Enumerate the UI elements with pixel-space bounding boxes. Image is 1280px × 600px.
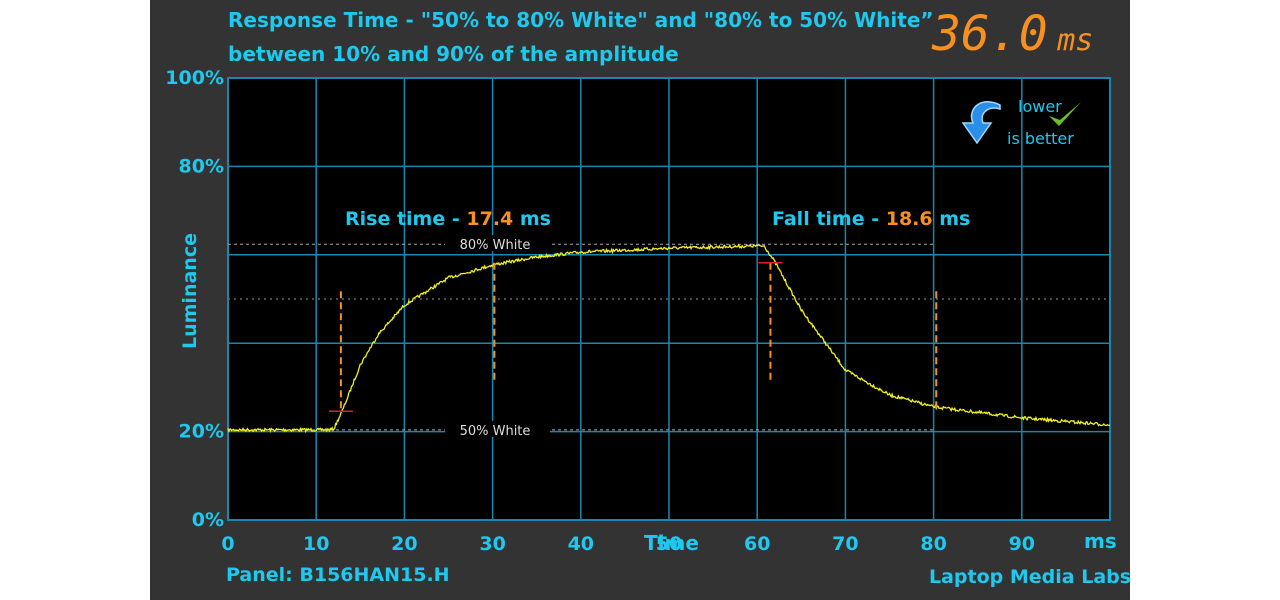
checkmark-icon [1049,102,1081,126]
rise-value: 17.4 [466,208,514,230]
x-tick-label: 90 [1009,533,1035,555]
x-axis-label: Time [644,531,699,555]
rise-time-label: Rise time - 17.4 ms [345,208,551,230]
rise-label: Rise time - [345,208,460,230]
fall-value: 18.6 [885,208,933,230]
x-tick-label: 40 [568,533,594,555]
x-tick-label: 0 [221,533,234,555]
down-arrow-icon [961,101,1001,145]
badge-line2: is better [1007,129,1074,148]
y-axis-label: Luminance [179,233,201,349]
fall-time-label: Fall time - 18.6 ms [772,208,970,230]
x-tick-label: 30 [479,533,505,555]
y-tick-label: 20% [179,421,224,443]
reference-label: 50% White [460,424,531,439]
x-tick-label: 60 [744,533,770,555]
panel-label: Panel: B156HAN15.H [226,564,450,586]
y-tick-label: 0% [192,509,224,531]
x-tick-label: 70 [832,533,858,555]
fall-label: Fall time - [772,208,880,230]
x-tick-label: 20 [391,533,417,555]
x-tick-label: 80 [920,533,946,555]
reference-label: 80% White [460,238,531,253]
y-tick-label: 100% [165,67,224,89]
fall-unit: ms [939,208,971,230]
x-tick-label: 10 [303,533,329,555]
x-axis-unit: ms [1084,529,1117,553]
y-tick-label: 80% [179,155,224,177]
rise-unit: ms [519,208,551,230]
brand-label: Laptop Media Labs [929,566,1132,588]
